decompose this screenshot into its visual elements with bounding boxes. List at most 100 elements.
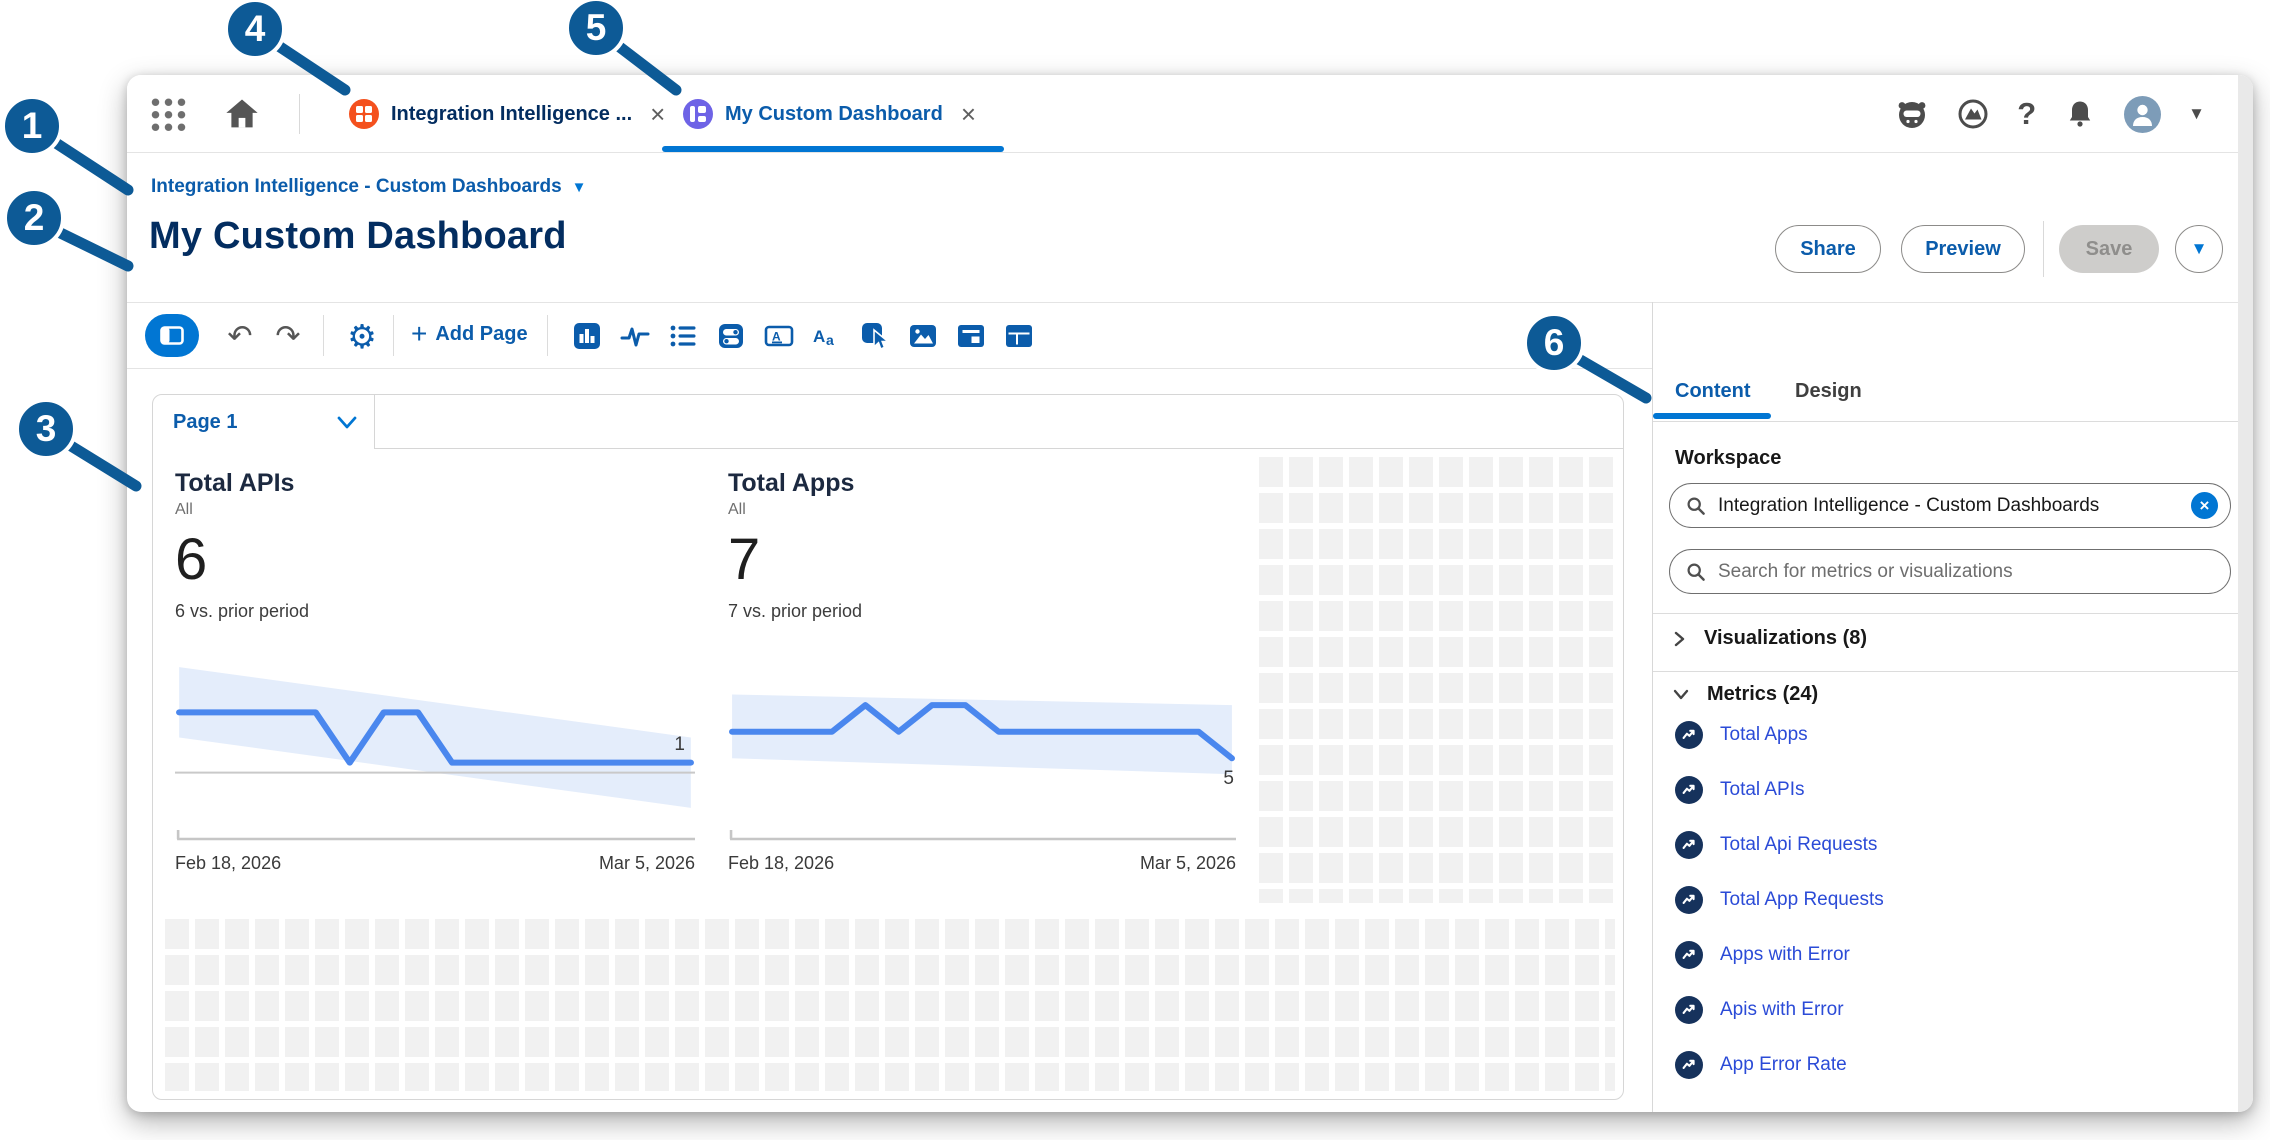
tab-content[interactable]: Content — [1675, 380, 1751, 403]
toolbar-divider — [547, 315, 548, 356]
page-tab-filler — [375, 395, 1623, 449]
workspace-combobox[interactable]: × — [1669, 483, 2231, 528]
chevron-right-icon — [1671, 629, 1688, 649]
app-launcher-icon[interactable] — [149, 96, 188, 132]
chart-end-label: 5 — [1223, 768, 1234, 790]
sparkline-svg — [175, 648, 695, 848]
metrics-section-header[interactable]: Metrics (24) — [1671, 683, 1818, 706]
chart-end-label: 1 — [674, 734, 685, 756]
breadcrumb-caret-icon[interactable]: ▼ — [572, 179, 587, 196]
svg-text:A: A — [772, 330, 781, 344]
tab-integration-intelligence[interactable]: Integration Intelligence ... × — [349, 75, 665, 153]
scorecard-icon[interactable] — [955, 320, 987, 352]
image-icon[interactable] — [907, 320, 939, 352]
widget-comparison: 7 vs. prior period — [728, 601, 1236, 622]
panel-scrollbar[interactable] — [2238, 75, 2253, 1112]
metrics-search-box[interactable] — [1669, 549, 2231, 594]
input-box-icon[interactable]: A — [763, 320, 795, 352]
metric-item[interactable]: Total App Requests — [1675, 872, 2235, 927]
save-button[interactable]: Save — [2059, 225, 2159, 273]
app-window: Integration Intelligence ... × My Custom… — [127, 75, 2253, 1112]
redo-icon[interactable]: ↷ — [271, 319, 305, 353]
metric-trend-icon — [1675, 996, 1703, 1024]
callout-badge-2: 2 — [3, 187, 65, 249]
svg-text:A: A — [813, 327, 825, 346]
dashboard-app-icon — [683, 99, 713, 129]
metric-item[interactable]: Apps with Error — [1675, 927, 2235, 982]
start-date: Feb 18, 2026 — [175, 853, 281, 874]
text-icon[interactable]: Aa — [811, 320, 843, 352]
metric-trend-icon — [1675, 941, 1703, 969]
save-menu-button[interactable]: ▼ — [2175, 225, 2223, 273]
panel-divider — [1652, 302, 1653, 1112]
actions-divider — [2043, 221, 2044, 277]
undo-icon[interactable]: ↶ — [223, 319, 257, 353]
table-icon[interactable] — [1003, 320, 1035, 352]
toolbar-bottom-border — [127, 368, 1652, 369]
callout-badge-4: 4 — [224, 0, 286, 60]
widget-comparison: 6 vs. prior period — [175, 601, 695, 622]
plus-icon: + — [411, 319, 427, 349]
section-divider — [1653, 671, 2239, 672]
header-divider — [299, 94, 300, 134]
metric-trend-icon — [1675, 1051, 1703, 1079]
search-icon — [1686, 496, 1706, 516]
home-icon[interactable] — [223, 95, 261, 133]
workspace-label: Workspace — [1675, 447, 1781, 470]
share-button[interactable]: Share — [1775, 225, 1881, 273]
metric-label: Total APIs — [1720, 779, 1805, 801]
toggle-panel-button[interactable] — [145, 314, 199, 357]
canvas-grid — [1259, 457, 1615, 903]
workspace-input[interactable] — [1718, 495, 2179, 517]
line-chart-icon[interactable] — [619, 320, 651, 352]
metric-item[interactable]: Total Api Requests — [1675, 817, 2235, 872]
toggle-icon[interactable] — [715, 320, 747, 352]
metrics-search-input[interactable] — [1718, 561, 2218, 583]
metric-trend-icon — [1675, 776, 1703, 804]
bar-chart-icon[interactable] — [571, 320, 603, 352]
trailhead-icon[interactable] — [1956, 97, 1990, 131]
header-utilities: ? ▼ — [1895, 75, 2205, 153]
metrics-list: Total Apps Total APIs Total Api Requests — [1675, 707, 2235, 1092]
widget-title: Total Apps — [728, 457, 1236, 498]
svg-text:a: a — [826, 332, 834, 348]
user-avatar[interactable] — [2124, 96, 2161, 133]
metric-label: Apps with Error — [1720, 944, 1850, 966]
close-icon[interactable]: × — [961, 101, 976, 127]
notifications-bell-icon[interactable] — [2063, 97, 2097, 131]
list-icon[interactable] — [667, 320, 699, 352]
widget-filter: All — [175, 501, 695, 519]
breadcrumb[interactable]: Integration Intelligence - Custom Dashbo… — [151, 176, 587, 198]
page-tab-label: Page 1 — [173, 411, 336, 434]
caret-down-icon: ▼ — [2191, 239, 2208, 259]
metric-item[interactable]: App Error Rate — [1675, 1037, 2235, 1092]
tab-label: Integration Intelligence ... — [391, 103, 632, 126]
widget-value: 6 — [175, 531, 695, 589]
breadcrumb-label[interactable]: Integration Intelligence - Custom Dashbo… — [151, 176, 562, 198]
clear-icon[interactable]: × — [2191, 492, 2218, 519]
settings-gear-icon[interactable]: ⚙ — [345, 319, 379, 353]
metric-item[interactable]: Apis with Error — [1675, 982, 2235, 1037]
widget-total-apis[interactable]: Total APIs All 6 6 vs. prior period 1 Fe… — [175, 457, 695, 874]
chevron-down-icon[interactable] — [336, 415, 358, 430]
callout-badge-5: 5 — [565, 0, 627, 59]
help-icon[interactable]: ? — [2017, 96, 2036, 132]
add-page-button[interactable]: + Add Page — [411, 319, 528, 349]
close-icon[interactable]: × — [650, 101, 665, 127]
user-menu-caret-icon[interactable]: ▼ — [2188, 104, 2205, 124]
tab-design[interactable]: Design — [1795, 380, 1862, 403]
tab-my-custom-dashboard[interactable]: My Custom Dashboard × — [683, 75, 976, 153]
active-tab-underline — [662, 146, 1004, 152]
end-date: Mar 5, 2026 — [599, 853, 695, 874]
toolbar-divider — [393, 315, 394, 356]
click-button-icon[interactable] — [859, 320, 891, 352]
search-icon — [1686, 562, 1706, 582]
widget-total-apps[interactable]: Total Apps All 7 7 vs. prior period 5 Fe… — [728, 457, 1236, 874]
assistant-mascot-icon[interactable] — [1895, 97, 1929, 131]
metric-item[interactable]: Total APIs — [1675, 762, 2235, 817]
metric-item[interactable]: Total Apps — [1675, 707, 2235, 762]
preview-button[interactable]: Preview — [1901, 225, 2025, 273]
page-tab[interactable]: Page 1 — [153, 395, 375, 449]
visualizations-section-header[interactable]: Visualizations (8) — [1671, 627, 1867, 650]
page-title: My Custom Dashboard — [149, 215, 567, 258]
